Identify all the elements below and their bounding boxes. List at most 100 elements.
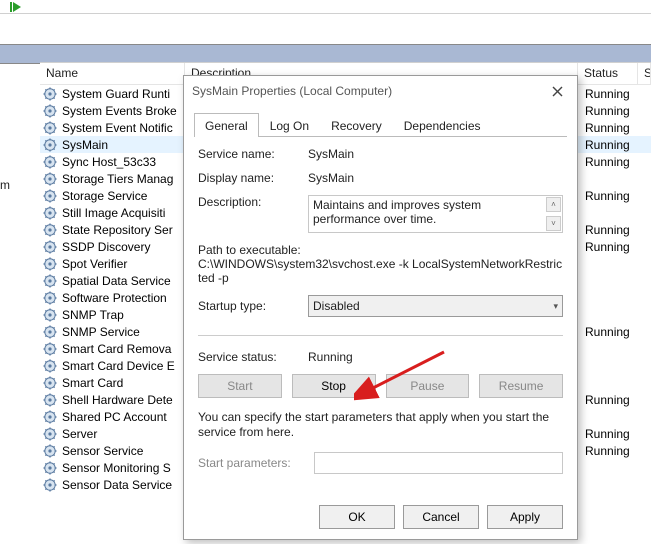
start-params-input[interactable] xyxy=(314,452,563,474)
service-status: Running xyxy=(581,104,641,118)
service-name: Storage Service xyxy=(62,189,185,203)
gear-icon xyxy=(42,171,58,187)
service-name: Spot Verifier xyxy=(62,257,185,271)
path-label: Path to executable: xyxy=(198,243,563,257)
service-name-value: SysMain xyxy=(308,147,563,161)
close-icon[interactable] xyxy=(545,82,569,100)
service-status: Running xyxy=(581,444,641,458)
service-name: Server xyxy=(62,427,185,441)
path-value: C:\WINDOWS\system32\svchost.exe -k Local… xyxy=(198,257,563,285)
tab-log-on[interactable]: Log On xyxy=(259,113,320,137)
tab-dependencies[interactable]: Dependencies xyxy=(393,113,492,137)
service-name: SNMP Trap xyxy=(62,308,185,322)
stop-button[interactable]: Stop xyxy=(292,374,376,398)
service-status: Running xyxy=(581,325,641,339)
service-name: Sensor Service xyxy=(62,444,185,458)
service-name: SNMP Service xyxy=(62,325,185,339)
dialog-body: Service name: SysMain Display name: SysM… xyxy=(184,137,577,474)
gear-icon xyxy=(42,290,58,306)
col-startup[interactable]: S xyxy=(638,63,651,84)
service-name: Still Image Acquisiti xyxy=(62,206,185,220)
gear-icon xyxy=(42,154,58,170)
gear-icon xyxy=(42,477,58,493)
service-name: Smart Card Device E xyxy=(62,359,185,373)
startup-type-label: Startup type: xyxy=(198,299,308,313)
service-name: System Events Broke xyxy=(62,104,185,118)
service-status: Running xyxy=(581,87,641,101)
properties-dialog: SysMain Properties (Local Computer) Gene… xyxy=(183,75,578,540)
gear-icon xyxy=(42,324,58,340)
resume-button[interactable]: Resume xyxy=(479,374,563,398)
tab-recovery[interactable]: Recovery xyxy=(320,113,393,137)
service-status: Running xyxy=(581,189,641,203)
description-box: Maintains and improves system performanc… xyxy=(308,195,563,233)
tree-node-letter: m xyxy=(0,178,10,192)
window-border-strip xyxy=(0,44,651,64)
display-name-label: Display name: xyxy=(198,171,308,185)
service-name: Sensor Data Service xyxy=(62,478,185,492)
start-button[interactable]: Start xyxy=(198,374,282,398)
tab-strip: GeneralLog OnRecoveryDependencies xyxy=(194,112,567,137)
gear-icon xyxy=(42,205,58,221)
gear-icon xyxy=(42,86,58,102)
gear-icon xyxy=(42,273,58,289)
gear-icon xyxy=(42,341,58,357)
col-status[interactable]: Status xyxy=(578,63,638,84)
gear-icon xyxy=(42,239,58,255)
tab-general[interactable]: General xyxy=(194,113,259,137)
service-status: Running xyxy=(581,393,641,407)
gear-icon xyxy=(42,358,58,374)
gear-icon xyxy=(42,426,58,442)
service-status: Running xyxy=(581,240,641,254)
service-status: Running xyxy=(581,138,641,152)
service-status: Running xyxy=(581,223,641,237)
service-status-label: Service status: xyxy=(198,350,308,364)
service-name: System Guard Runti xyxy=(62,87,185,101)
service-name: Software Protection xyxy=(62,291,185,305)
gear-icon xyxy=(42,409,58,425)
dialog-titlebar: SysMain Properties (Local Computer) xyxy=(184,76,577,106)
start-params-label: Start parameters: xyxy=(198,456,308,470)
service-name: Sensor Monitoring S xyxy=(62,461,185,475)
service-name: System Event Notific xyxy=(62,121,185,135)
service-name: Sync Host_53c33 xyxy=(62,155,185,169)
gear-icon xyxy=(42,103,58,119)
col-name[interactable]: Name xyxy=(40,63,185,84)
ok-button[interactable]: OK xyxy=(319,505,395,529)
service-status: Running xyxy=(581,155,641,169)
scroll-down-icon[interactable]: ˅ xyxy=(546,216,561,231)
gear-icon xyxy=(42,188,58,204)
service-status: Running xyxy=(581,121,641,135)
display-name-value: SysMain xyxy=(308,171,563,185)
service-name: Smart Card xyxy=(62,376,185,390)
service-name-label: Service name: xyxy=(198,147,308,161)
chevron-down-icon: ▾ xyxy=(553,301,558,312)
separator xyxy=(198,335,563,336)
play-icon[interactable] xyxy=(10,1,22,13)
pause-button[interactable]: Pause xyxy=(386,374,470,398)
gear-icon xyxy=(42,222,58,238)
cancel-button[interactable]: Cancel xyxy=(403,505,479,529)
description-text: Maintains and improves system performanc… xyxy=(313,198,481,226)
toolbar xyxy=(0,0,651,14)
startup-type-combo[interactable]: Disabled ▾ xyxy=(308,295,563,317)
gear-icon xyxy=(42,443,58,459)
startup-type-value: Disabled xyxy=(313,299,360,313)
service-name: SSDP Discovery xyxy=(62,240,185,254)
start-params-note: You can specify the start parameters tha… xyxy=(198,410,563,440)
gear-icon xyxy=(42,256,58,272)
apply-button[interactable]: Apply xyxy=(487,505,563,529)
service-name: State Repository Ser xyxy=(62,223,185,237)
service-name: SysMain xyxy=(62,138,185,152)
service-status-value: Running xyxy=(308,350,563,364)
service-name: Shared PC Account xyxy=(62,410,185,424)
gear-icon xyxy=(42,307,58,323)
scroll-up-icon[interactable]: ˄ xyxy=(546,197,561,212)
service-name: Smart Card Remova xyxy=(62,342,185,356)
gear-icon xyxy=(42,375,58,391)
gear-icon xyxy=(42,120,58,136)
service-name: Spatial Data Service xyxy=(62,274,185,288)
service-name: Shell Hardware Dete xyxy=(62,393,185,407)
gear-icon xyxy=(42,460,58,476)
gear-icon xyxy=(42,392,58,408)
